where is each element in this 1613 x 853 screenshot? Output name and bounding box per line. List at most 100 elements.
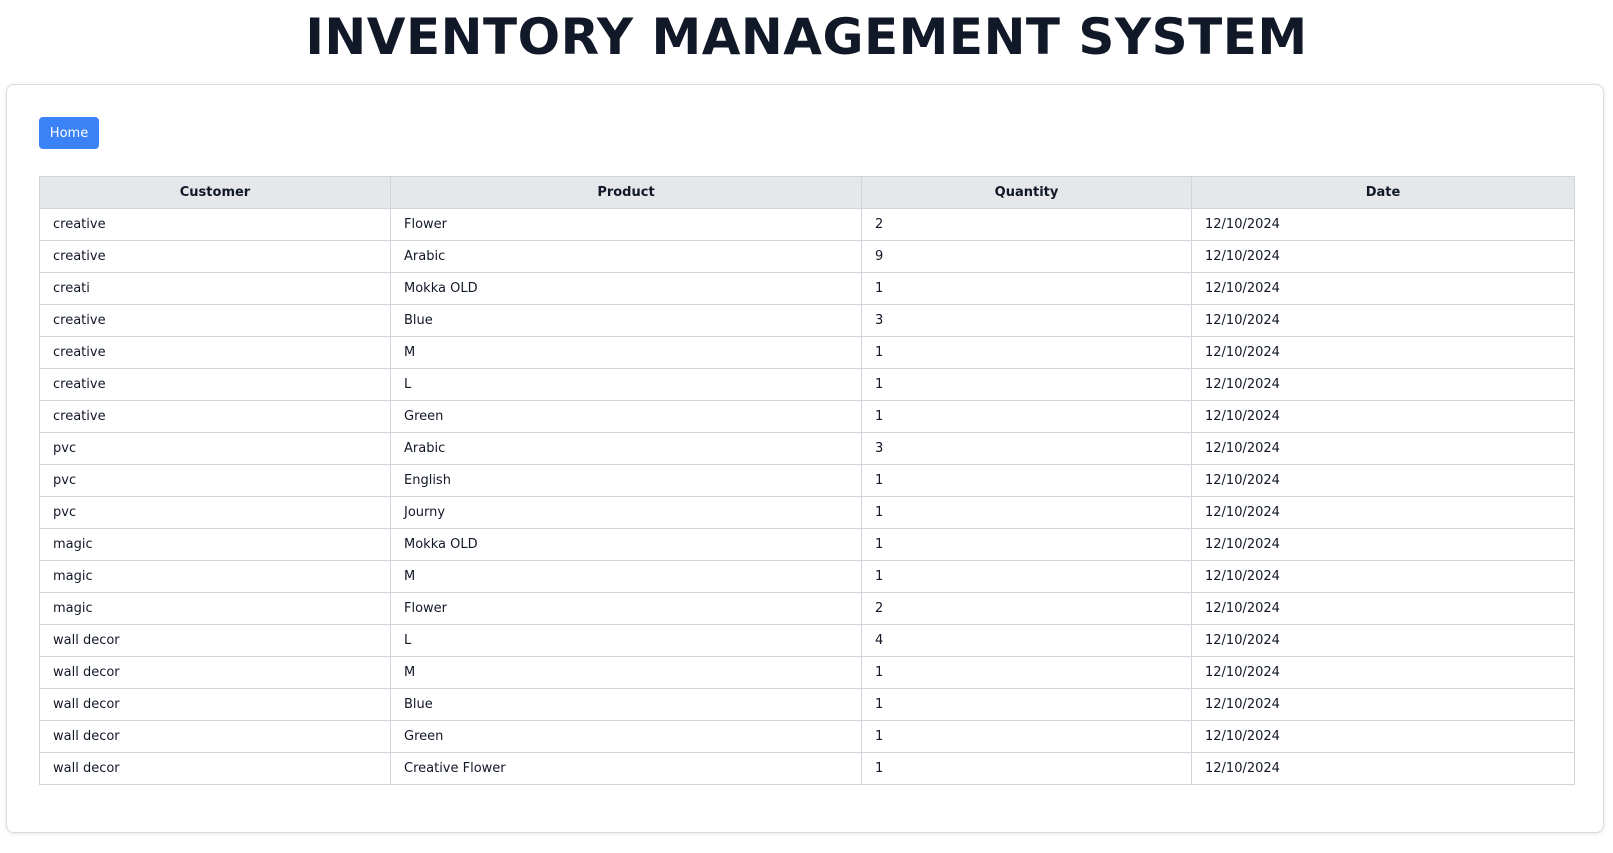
date-cell: 12/10/2024	[1191, 720, 1575, 753]
inventory-table-container: Customer Product Quantity Date creative F…	[39, 176, 1575, 785]
quantity-cell: 1	[861, 400, 1192, 433]
content-card: Home Customer Product Quantity Date crea…	[6, 84, 1604, 833]
table-body: creative Flower 2 12/10/2024 creative Arabic 9…	[39, 208, 1575, 785]
customer-cell: creative	[39, 304, 391, 337]
quantity-cell: 1	[861, 336, 1192, 369]
table-row: creative Flower 2 12/10/2024	[39, 208, 1575, 241]
product-cell: Creative Flower	[390, 752, 862, 785]
product-cell: M	[390, 336, 862, 369]
customer-cell: wall decor	[39, 752, 391, 785]
quantity-cell: 1	[861, 464, 1192, 497]
table-row: creative Blue 3 12/10/2024	[39, 304, 1575, 337]
customer-cell: creative	[39, 208, 391, 241]
table-row: wall decor Blue 1 12/10/2024	[39, 688, 1575, 721]
quantity-cell: 4	[861, 624, 1192, 657]
product-cell: Blue	[390, 688, 862, 721]
quantity-cell: 3	[861, 304, 1192, 337]
quantity-cell: 1	[861, 688, 1192, 721]
customer-cell: pvc	[39, 496, 391, 529]
quantity-cell: 2	[861, 208, 1192, 241]
table-row: wall decor Green 1 12/10/2024	[39, 720, 1575, 753]
quantity-cell: 1	[861, 720, 1192, 753]
date-cell: 12/10/2024	[1191, 624, 1575, 657]
date-cell: 12/10/2024	[1191, 272, 1575, 305]
customer-cell: wall decor	[39, 688, 391, 721]
date-cell: 12/10/2024	[1191, 752, 1575, 785]
inventory-table: Customer Product Quantity Date creative F…	[39, 176, 1575, 785]
date-cell: 12/10/2024	[1191, 240, 1575, 273]
table-row: wall decor Creative Flower 1 12/10/2024	[39, 752, 1575, 785]
date-cell: 12/10/2024	[1191, 592, 1575, 625]
quantity-cell: 1	[861, 560, 1192, 593]
date-cell: 12/10/2024	[1191, 368, 1575, 401]
quantity-cell: 1	[861, 528, 1192, 561]
date-cell: 12/10/2024	[1191, 688, 1575, 721]
product-cell: Green	[390, 720, 862, 753]
product-cell: English	[390, 464, 862, 497]
product-cell: Arabic	[390, 432, 862, 465]
product-cell: Green	[390, 400, 862, 433]
product-cell: Mokka OLD	[390, 528, 862, 561]
customer-cell: creative	[39, 400, 391, 433]
table-row: creative L 1 12/10/2024	[39, 368, 1575, 401]
customer-cell: magic	[39, 528, 391, 561]
table-row: pvc English 1 12/10/2024	[39, 464, 1575, 497]
date-cell: 12/10/2024	[1191, 208, 1575, 241]
table-row: pvc Journy 1 12/10/2024	[39, 496, 1575, 529]
table-row: magic Flower 2 12/10/2024	[39, 592, 1575, 625]
date-cell: 12/10/2024	[1191, 304, 1575, 337]
customer-cell: pvc	[39, 432, 391, 465]
customer-cell: wall decor	[39, 624, 391, 657]
product-cell: L	[390, 624, 862, 657]
quantity-cell: 1	[861, 368, 1192, 401]
product-cell: Flower	[390, 208, 862, 241]
column-header-quantity: Quantity	[861, 176, 1192, 209]
table-row: pvc Arabic 3 12/10/2024	[39, 432, 1575, 465]
customer-cell: pvc	[39, 464, 391, 497]
date-cell: 12/10/2024	[1191, 656, 1575, 689]
customer-cell: creative	[39, 336, 391, 369]
date-cell: 12/10/2024	[1191, 336, 1575, 369]
customer-cell: creative	[39, 368, 391, 401]
table-row: magic M 1 12/10/2024	[39, 560, 1575, 593]
column-header-product: Product	[390, 176, 862, 209]
table-row: creative M 1 12/10/2024	[39, 336, 1575, 369]
table-row: magic Mokka OLD 1 12/10/2024	[39, 528, 1575, 561]
product-cell: Blue	[390, 304, 862, 337]
date-cell: 12/10/2024	[1191, 560, 1575, 593]
table-row: creative Arabic 9 12/10/2024	[39, 240, 1575, 273]
table-row: wall decor L 4 12/10/2024	[39, 624, 1575, 657]
product-cell: Journy	[390, 496, 862, 529]
table-row: wall decor M 1 12/10/2024	[39, 656, 1575, 689]
date-cell: 12/10/2024	[1191, 528, 1575, 561]
column-header-customer: Customer	[39, 176, 391, 209]
quantity-cell: 1	[861, 656, 1192, 689]
customer-cell: creative	[39, 240, 391, 273]
quantity-cell: 1	[861, 752, 1192, 785]
date-cell: 12/10/2024	[1191, 432, 1575, 465]
quantity-cell: 3	[861, 432, 1192, 465]
product-cell: Mokka OLD	[390, 272, 862, 305]
table-header: Customer Product Quantity Date	[39, 176, 1575, 209]
quantity-cell: 9	[861, 240, 1192, 273]
quantity-cell: 1	[861, 496, 1192, 529]
page-title: INVENTORY MANAGEMENT SYSTEM	[305, 8, 1308, 66]
product-cell: Flower	[390, 592, 862, 625]
customer-cell: magic	[39, 560, 391, 593]
customer-cell: wall decor	[39, 656, 391, 689]
table-row: creati Mokka OLD 1 12/10/2024	[39, 272, 1575, 305]
date-cell: 12/10/2024	[1191, 496, 1575, 529]
customer-cell: wall decor	[39, 720, 391, 753]
product-cell: Arabic	[390, 240, 862, 273]
customer-cell: magic	[39, 592, 391, 625]
product-cell: M	[390, 656, 862, 689]
home-button[interactable]: Home	[39, 117, 99, 149]
product-cell: M	[390, 560, 862, 593]
quantity-cell: 1	[861, 272, 1192, 305]
product-cell: L	[390, 368, 862, 401]
date-cell: 12/10/2024	[1191, 400, 1575, 433]
table-row: creative Green 1 12/10/2024	[39, 400, 1575, 433]
customer-cell: creati	[39, 272, 391, 305]
quantity-cell: 2	[861, 592, 1192, 625]
table-header-row: Customer Product Quantity Date	[39, 176, 1575, 209]
